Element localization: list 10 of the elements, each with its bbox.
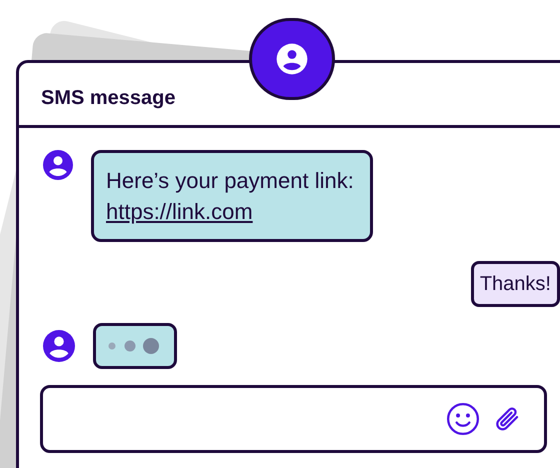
message-bubble: Here’s your payment link: https://link.com [91,150,373,242]
message-bubble: Thanks! [470,261,560,307]
avatar-icon [43,150,73,180]
typing-dots-icon [108,337,162,355]
person-icon [276,43,308,75]
avatar-icon [43,330,75,362]
emoji-icon[interactable] [446,402,480,436]
message-link[interactable]: https://link.com [106,199,253,224]
message-input[interactable] [40,385,547,453]
card-title: SMS message [41,86,176,111]
